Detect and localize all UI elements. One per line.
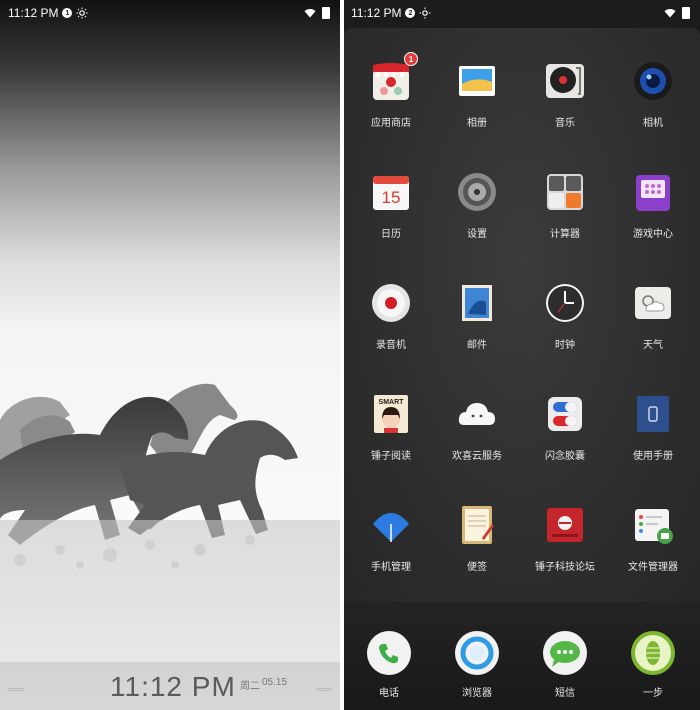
phone-app[interactable]: 电话 bbox=[344, 602, 434, 702]
svg-text:SMART: SMART bbox=[379, 399, 405, 406]
app-label: 锤子阅读 bbox=[371, 451, 411, 462]
left-swipe-handle[interactable] bbox=[8, 688, 24, 691]
app-label: 短信 bbox=[555, 688, 575, 699]
app-label: 电话 bbox=[379, 688, 399, 699]
wifi-icon bbox=[664, 9, 676, 18]
weather-app[interactable]: 天气 bbox=[608, 250, 698, 351]
browser-app[interactable]: 浏览器 bbox=[432, 602, 522, 702]
app-label: 日历 bbox=[381, 229, 401, 240]
home-screen: 11:12 PM 2 1 应用商店 相册 音乐 相机 15 日历 设置 计算器 … bbox=[344, 0, 700, 710]
settings-app[interactable]: 设置 bbox=[432, 139, 522, 240]
notes-icon bbox=[462, 506, 494, 544]
lock-clock: 11:12 PM bbox=[110, 671, 236, 702]
app-label: 手机管理 bbox=[371, 562, 411, 573]
phone-manager-app[interactable]: 手机管理 bbox=[346, 472, 436, 573]
app-label: 设置 bbox=[467, 229, 487, 240]
battery-icon bbox=[682, 7, 690, 19]
camera-icon bbox=[634, 62, 672, 100]
one-step-app[interactable]: 一步 bbox=[608, 602, 698, 702]
water-reflection bbox=[0, 520, 340, 670]
calculator-app[interactable]: 计算器 bbox=[520, 139, 610, 240]
status-bar: 11:12 PM 2 bbox=[344, 0, 700, 26]
forum-app[interactable]: 锤子科技论坛 bbox=[520, 472, 610, 573]
one-step-icon bbox=[631, 631, 675, 675]
music-app[interactable]: 音乐 bbox=[520, 28, 610, 129]
phone-icon bbox=[367, 631, 411, 675]
weather-icon bbox=[635, 287, 671, 319]
calendar-app[interactable]: 15 日历 bbox=[346, 139, 436, 240]
reader-icon: SMART bbox=[374, 395, 408, 433]
app-label: 闪念胶囊 bbox=[545, 451, 585, 462]
app-label: 便签 bbox=[467, 562, 487, 573]
lock-date: 05.15 bbox=[262, 677, 288, 688]
mail-icon bbox=[462, 285, 492, 321]
cloud-service-app[interactable]: 欢喜云服务 bbox=[432, 361, 522, 462]
notification-count-badge: 2 bbox=[405, 8, 416, 18]
app-label: 时钟 bbox=[555, 340, 575, 351]
app-label: 录音机 bbox=[376, 340, 406, 351]
status-time: 11:12 PM bbox=[8, 6, 59, 20]
brightness-icon bbox=[76, 7, 88, 19]
app-label: 相机 bbox=[643, 118, 663, 129]
app-store-badge: 1 bbox=[404, 52, 418, 66]
brightness-icon bbox=[419, 7, 431, 19]
game-center-icon bbox=[636, 175, 670, 211]
app-store-icon bbox=[373, 63, 409, 100]
reader-app[interactable]: SMART 锤子阅读 bbox=[346, 361, 436, 462]
calendar-icon: 15 bbox=[373, 176, 409, 210]
browser-icon bbox=[455, 631, 499, 675]
wifi-icon bbox=[304, 9, 316, 18]
lock-screen: 11:12 PM 1 11:12 PM 周二 05.15 bbox=[0, 0, 340, 710]
battery-icon bbox=[322, 7, 330, 19]
notification-count-badge: 1 bbox=[62, 8, 73, 18]
app-label: 浏览器 bbox=[462, 688, 492, 699]
app-label: 音乐 bbox=[555, 118, 575, 129]
settings-icon bbox=[458, 173, 496, 211]
file-manager-icon bbox=[635, 509, 673, 544]
cloud-service-icon bbox=[458, 403, 495, 425]
dock: 电话 浏览器 短信 一步 bbox=[344, 602, 700, 710]
lock-weekday: 周二 bbox=[240, 681, 260, 692]
notes-app[interactable]: 便签 bbox=[432, 472, 522, 573]
capsule-app[interactable]: 闪念胶囊 bbox=[520, 361, 610, 462]
app-label: 文件管理器 bbox=[628, 562, 678, 573]
manual-icon bbox=[637, 396, 669, 432]
app-label: 使用手册 bbox=[633, 451, 673, 462]
app-label: 应用商店 bbox=[371, 118, 411, 129]
manual-app[interactable]: 使用手册 bbox=[608, 361, 698, 462]
file-manager-app[interactable]: 文件管理器 bbox=[608, 472, 698, 573]
app-store-app[interactable]: 1 应用商店 bbox=[346, 28, 436, 129]
status-time: 11:12 PM bbox=[351, 6, 402, 20]
app-label: 游戏中心 bbox=[633, 229, 673, 240]
calculator-icon bbox=[547, 174, 583, 210]
app-label: 相册 bbox=[467, 118, 487, 129]
app-label: 一步 bbox=[643, 688, 663, 699]
game-center-app[interactable]: 游戏中心 bbox=[608, 139, 698, 240]
sms-app[interactable]: 短信 bbox=[520, 602, 610, 702]
app-label: 计算器 bbox=[550, 229, 580, 240]
app-label: 天气 bbox=[643, 340, 663, 351]
forum-icon bbox=[547, 508, 583, 542]
app-label: 欢喜云服务 bbox=[452, 451, 502, 462]
svg-text:15: 15 bbox=[382, 188, 401, 207]
recorder-icon bbox=[372, 284, 410, 322]
clock-app[interactable]: 时钟 bbox=[520, 250, 610, 351]
app-label: 邮件 bbox=[467, 340, 487, 351]
app-label: 锤子科技论坛 bbox=[535, 562, 595, 573]
right-swipe-handle[interactable] bbox=[316, 688, 332, 691]
music-icon bbox=[546, 64, 584, 98]
recorder-app[interactable]: 录音机 bbox=[346, 250, 436, 351]
camera-app[interactable]: 相机 bbox=[608, 28, 698, 129]
mail-app[interactable]: 邮件 bbox=[432, 250, 522, 351]
capsule-icon bbox=[548, 397, 582, 431]
sms-icon bbox=[543, 631, 587, 675]
gallery-icon bbox=[459, 66, 495, 96]
status-bar: 11:12 PM 1 bbox=[0, 0, 340, 26]
phone-manager-icon bbox=[373, 513, 409, 542]
clock-icon bbox=[546, 284, 584, 322]
gallery-app[interactable]: 相册 bbox=[432, 28, 522, 129]
